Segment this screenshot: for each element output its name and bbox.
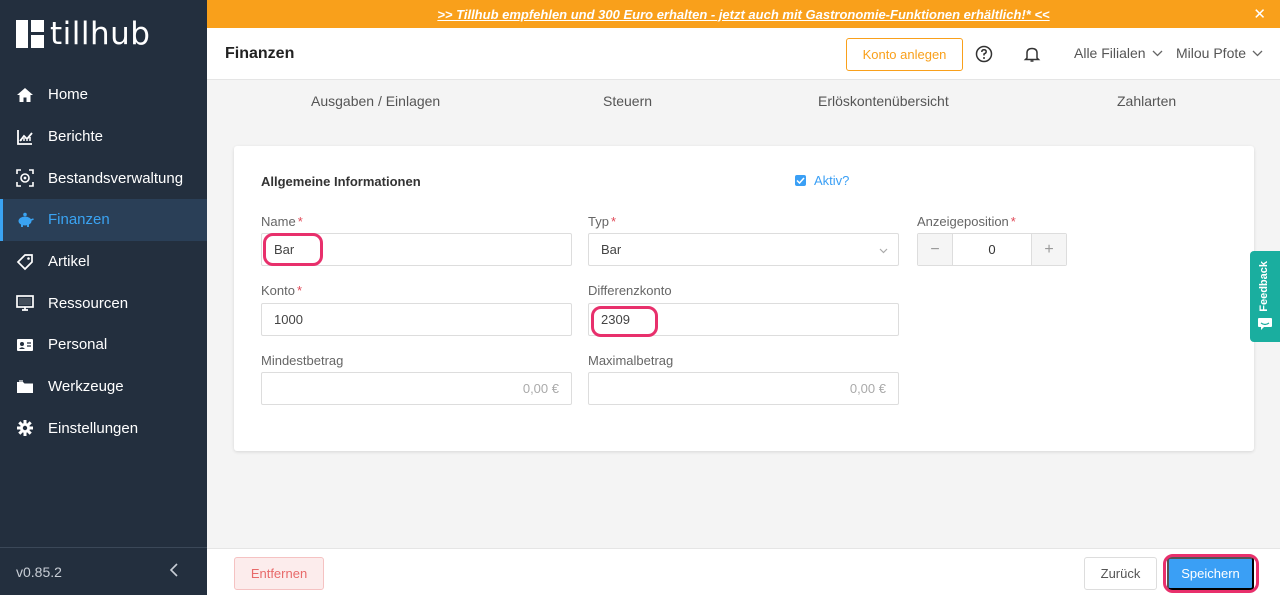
bell-icon[interactable] [1023, 45, 1041, 63]
mindestbetrag-placeholder: 0,00 € [522, 381, 559, 396]
chevron-down-icon [1152, 50, 1163, 56]
sidebar-item-label: Bestandsverwaltung [48, 169, 184, 187]
monitor-icon [16, 294, 34, 312]
gear-icon [16, 419, 34, 437]
typ-select[interactable]: Bar [588, 233, 899, 266]
sidebar-item-label: Berichte [48, 128, 104, 146]
feedback-icon [1258, 318, 1272, 330]
feedback-label: Feedback [1258, 261, 1270, 312]
home-icon [16, 86, 34, 104]
tab-steuern[interactable]: Steuern [603, 93, 652, 109]
sidebar-item-label: Finanzen [48, 211, 110, 229]
logo-text: tillhub [50, 16, 151, 52]
page-title: Finanzen [225, 44, 295, 62]
active-checkbox[interactable]: Aktiv? [795, 173, 849, 188]
chevron-left-icon[interactable] [169, 563, 179, 580]
chevron-down-icon [879, 248, 888, 254]
sidebar-item-label: Artikel [48, 253, 90, 271]
save-highlight [1163, 554, 1259, 593]
sidebar-item-ressourcen[interactable]: Ressourcen [0, 282, 207, 324]
back-button[interactable]: Zurück [1084, 557, 1157, 590]
anzeigeposition-label: Anzeigeposition * [917, 214, 1016, 229]
section-title: Allgemeine Informationen [261, 174, 421, 189]
promo-banner-text[interactable]: >> Tillhub empfehlen und 300 Euro erhalt… [437, 7, 1049, 22]
maximalbetrag-placeholder: 0,00 € [849, 381, 886, 396]
sidebar-nav: Home Berichte Bestandsverwaltung Finanze… [0, 74, 207, 449]
tag-icon [16, 253, 34, 271]
branch-select-label: Alle Filialen [1074, 45, 1146, 61]
tillhub-logo[interactable]: tillhub [16, 16, 151, 52]
active-label: Aktiv? [814, 173, 850, 188]
tab-ausgaben-einlagen[interactable]: Ausgaben / Einlagen [311, 93, 440, 109]
folder-icon [16, 378, 34, 396]
sidebar: tillhub Home Berichte Bestandsverwaltung… [0, 0, 207, 595]
sidebar-item-label: Ressourcen [48, 294, 129, 312]
decrement-button[interactable]: − [918, 234, 952, 265]
payment-type-form-card: Allgemeine Informationen Aktiv? Name * Ty… [234, 146, 1254, 451]
user-select[interactable]: Milou Pfote [1176, 45, 1263, 61]
sidebar-item-personal[interactable]: Personal [0, 324, 207, 366]
sidebar-item-label: Einstellungen [48, 419, 139, 437]
typ-select-value: Bar [601, 242, 622, 257]
version-label: v0.85.2 [16, 563, 62, 580]
tab-zahlarten[interactable]: Zahlarten [1117, 93, 1176, 109]
sidebar-item-label: Home [48, 86, 89, 104]
sidebar-item-artikel[interactable]: Artikel [0, 241, 207, 283]
finance-tabs: Ausgaben / Einlagen Steuern Erlöskontenü… [207, 80, 1280, 122]
maximalbetrag-input[interactable]: 0,00 € [588, 372, 899, 405]
mindestbetrag-input[interactable]: 0,00 € [261, 372, 572, 405]
feedback-tab[interactable]: Feedback [1250, 251, 1280, 342]
promo-banner[interactable]: >> Tillhub empfehlen und 300 Euro erhalt… [207, 0, 1280, 28]
remove-button[interactable]: Entfernen [234, 557, 324, 590]
increment-button[interactable]: + [1032, 234, 1066, 265]
user-select-label: Milou Pfote [1176, 45, 1247, 61]
checkbox-checked-icon[interactable] [795, 175, 806, 186]
sidebar-item-berichte[interactable]: Berichte [0, 116, 207, 158]
sidebar-item-finanzen[interactable]: Finanzen [0, 199, 207, 241]
branch-select[interactable]: Alle Filialen [1074, 45, 1163, 61]
piggy-bank-icon [16, 211, 34, 229]
sidebar-item-werkzeuge[interactable]: Werkzeuge [0, 366, 207, 408]
sidebar-footer: v0.85.2 [0, 547, 207, 595]
konto-input[interactable]: 1000 [261, 303, 572, 336]
tab-erloeskontenuebersicht[interactable]: Erlöskontenübersicht [818, 93, 949, 109]
action-bar: Entfernen Zurück Speichern [207, 548, 1280, 595]
page-header: Finanzen Konto anlegen Alle Filialen Mil… [207, 28, 1280, 80]
typ-label: Typ * [588, 214, 617, 229]
sidebar-item-label: Werkzeuge [48, 378, 124, 396]
name-highlight [263, 233, 323, 266]
id-card-icon [16, 336, 34, 354]
konto-label: Konto * [261, 283, 303, 298]
anzeigeposition-value[interactable]: 0 [952, 234, 1032, 265]
chart-icon [16, 128, 34, 146]
anzeigeposition-stepper[interactable]: − 0 + [917, 233, 1067, 266]
sidebar-item-home[interactable]: Home [0, 74, 207, 116]
name-label: Name * [261, 214, 303, 229]
inventory-icon [16, 169, 34, 188]
close-icon[interactable]: ✕ [1253, 5, 1266, 23]
differenzkonto-highlight [591, 306, 658, 337]
logo-mark-icon [16, 20, 44, 48]
help-icon[interactable] [975, 45, 993, 63]
maximalbetrag-label: Maximalbetrag [588, 353, 674, 368]
konto-anlegen-button[interactable]: Konto anlegen [846, 38, 963, 71]
konto-input-value: 1000 [274, 312, 303, 327]
chevron-down-icon [1252, 50, 1263, 56]
mindestbetrag-label: Mindestbetrag [261, 353, 344, 368]
sidebar-item-bestandsverwaltung[interactable]: Bestandsverwaltung [0, 157, 207, 199]
sidebar-item-einstellungen[interactable]: Einstellungen [0, 408, 207, 450]
sidebar-item-label: Personal [48, 336, 108, 354]
differenzkonto-label: Differenzkonto [588, 283, 672, 298]
